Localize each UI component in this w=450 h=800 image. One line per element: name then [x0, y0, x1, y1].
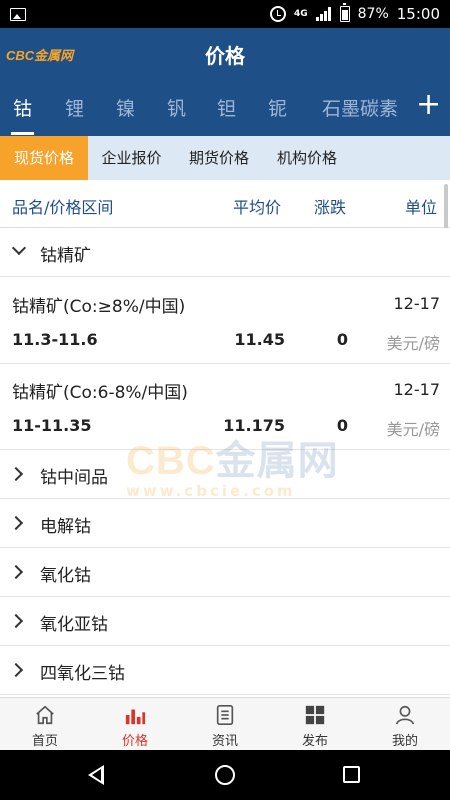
- chevron-right-icon: [8, 466, 24, 482]
- price-unit: 美元/磅: [386, 420, 440, 439]
- nav-news[interactable]: 资讯: [180, 698, 270, 751]
- category-label: 四氧化三钴: [40, 664, 125, 684]
- average-price: 11.45: [234, 330, 285, 349]
- battery-icon: [339, 3, 350, 22]
- bar-chart-icon: [125, 709, 146, 725]
- price-range: 11.3-11.6: [12, 330, 98, 349]
- grid-icon: [305, 705, 325, 725]
- category-cobalt-intermediate[interactable]: 钴中间品: [0, 450, 450, 499]
- battery-level: 87%: [357, 6, 389, 22]
- nav-profile[interactable]: 我的: [360, 698, 450, 751]
- nav-label: 发布: [301, 734, 328, 749]
- tab-company-quote[interactable]: 企业报价: [88, 136, 175, 180]
- clock: 15:00: [396, 5, 440, 23]
- nav-label: 首页: [31, 734, 58, 749]
- system-nav-bar: [0, 750, 450, 800]
- tab-institution-price[interactable]: 机构价格: [263, 136, 351, 180]
- tab-niobium[interactable]: 铌: [268, 94, 287, 121]
- tab-tantalum[interactable]: 钽: [217, 94, 236, 121]
- price-change: 0: [336, 330, 348, 349]
- home-circle-icon[interactable]: [215, 765, 235, 785]
- price-unit: 美元/磅: [386, 334, 440, 353]
- column-name: 品名/价格区间: [12, 198, 114, 217]
- price-range: 11-11.35: [12, 416, 92, 435]
- product-name: 钴精矿(Co:6-8%/中国): [12, 383, 188, 403]
- chevron-right-icon: [8, 564, 24, 580]
- column-unit: 单位: [405, 198, 438, 217]
- recent-apps-icon[interactable]: [343, 766, 360, 783]
- chevron-down-icon: [11, 240, 27, 256]
- category-tricobalt-tetroxide[interactable]: 四氧化三钴: [0, 646, 450, 695]
- nav-label: 资讯: [211, 734, 238, 749]
- bottom-nav: 首页 价格 资讯 发布 我的: [0, 697, 450, 750]
- signal-icon: [315, 7, 332, 21]
- price-row[interactable]: 钴精矿(Co:≥8%/中国) 12-17 11.3-11.6 11.45 0 美…: [0, 278, 450, 364]
- app-header: CBC金属网 价格: [0, 28, 450, 80]
- product-name: 钴精矿(Co:≥8%/中国): [12, 297, 186, 317]
- tab-spot-price[interactable]: 现货价格: [0, 136, 88, 180]
- home-icon: [36, 705, 54, 725]
- metal-tab-bar: 钴 锂 镍 钒 钽 铌 石墨碳素 +: [0, 80, 450, 136]
- nav-publish[interactable]: 发布: [270, 698, 360, 751]
- category-electrolytic-cobalt[interactable]: 电解钴: [0, 499, 450, 548]
- chevron-right-icon: [8, 662, 24, 678]
- average-price: 11.175: [223, 416, 285, 435]
- column-average: 平均价: [233, 198, 282, 217]
- image-notification-icon: [10, 7, 26, 21]
- nav-label: 价格: [121, 734, 148, 749]
- category-cobaltous-oxide[interactable]: 氧化亚钴: [0, 597, 450, 646]
- nav-label: 我的: [391, 734, 418, 749]
- tab-futures-price[interactable]: 期货价格: [175, 136, 263, 180]
- back-icon[interactable]: [88, 765, 104, 785]
- tab-vanadium[interactable]: 钒: [167, 94, 186, 121]
- price-date: 12-17: [393, 380, 441, 399]
- network-type: 4G: [293, 8, 308, 19]
- price-type-tabs: 现货价格 企业报价 期货价格 机构价格: [0, 136, 450, 180]
- category-label: 钴精矿: [40, 246, 91, 266]
- category-cobalt-concentrate[interactable]: 钴精矿: [0, 228, 450, 277]
- add-tab-button[interactable]: +: [416, 88, 441, 122]
- tab-graphite-carbon[interactable]: 石墨碳素: [322, 94, 398, 121]
- alarm-icon: [269, 6, 286, 22]
- column-change: 涨跌: [314, 198, 347, 217]
- category-label: 电解钴: [40, 517, 91, 537]
- tab-nickel[interactable]: 镍: [116, 94, 135, 121]
- chevron-right-icon: [8, 613, 24, 629]
- user-icon: [395, 705, 415, 725]
- category-label: 氧化亚钴: [40, 615, 108, 635]
- price-date: 12-17: [393, 294, 441, 313]
- status-bar: 4G 87% 15:00: [0, 0, 450, 28]
- page-title: 价格: [205, 44, 245, 68]
- price-row[interactable]: 钴精矿(Co:6-8%/中国) 12-17 11-11.35 11.175 0 …: [0, 364, 450, 450]
- category-cobalt-oxide[interactable]: 氧化钴: [0, 548, 450, 597]
- document-icon: [216, 705, 234, 725]
- category-label: 钴中间品: [40, 468, 108, 488]
- nav-home[interactable]: 首页: [0, 698, 90, 751]
- price-change: 0: [336, 416, 348, 435]
- tab-lithium[interactable]: 锂: [65, 94, 84, 121]
- nav-price[interactable]: 价格: [90, 698, 180, 751]
- category-label: 氧化钴: [40, 566, 91, 586]
- chevron-right-icon: [8, 515, 24, 531]
- tab-cobalt[interactable]: 钴: [10, 94, 35, 135]
- column-headers: 品名/价格区间 平均价 涨跌 单位: [0, 180, 450, 228]
